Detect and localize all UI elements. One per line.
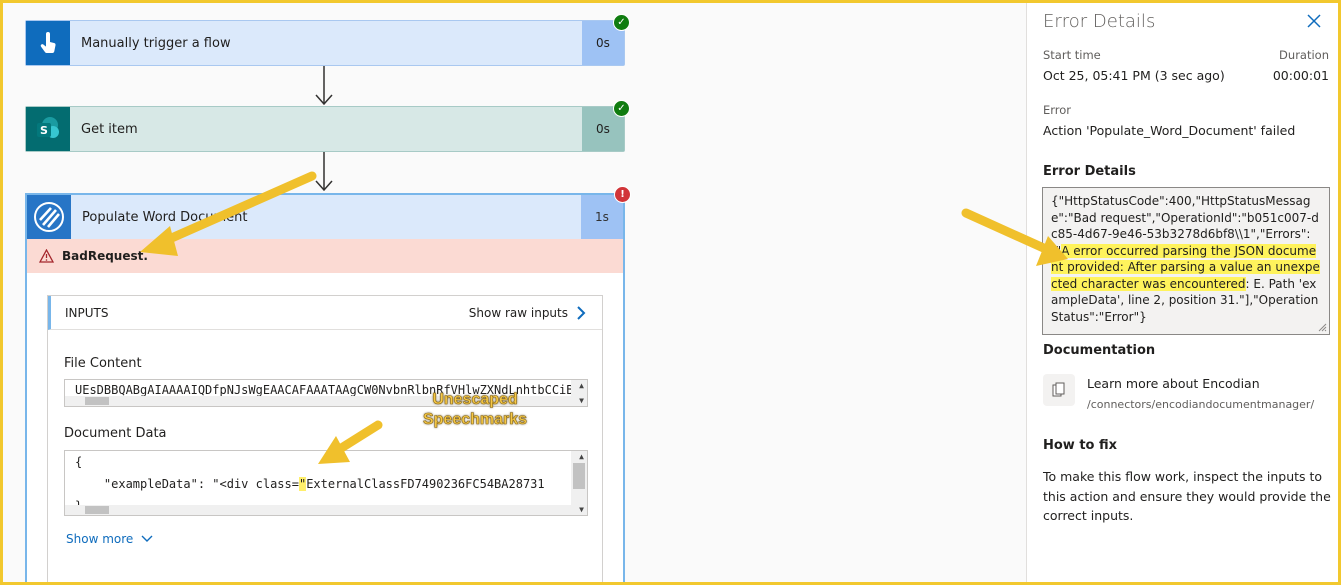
error-icon: ! bbox=[614, 186, 631, 203]
error-label: Error bbox=[1043, 103, 1072, 117]
vertical-scrollbar[interactable]: ▲ ▼ bbox=[571, 380, 587, 406]
step-manual-trigger[interactable]: Manually trigger a flow 0s ✓ bbox=[25, 14, 630, 66]
error-value: Action 'Populate_Word_Document' failed bbox=[1043, 123, 1296, 138]
touch-icon bbox=[26, 21, 70, 65]
error-banner-text: BadRequest. bbox=[62, 249, 148, 263]
document-data-line-2: "exampleData": "<div class="ExternalClas… bbox=[65, 476, 587, 492]
success-check-icon: ✓ bbox=[613, 14, 630, 31]
chevron-down-icon bbox=[141, 535, 153, 542]
resize-grip-icon[interactable] bbox=[1317, 322, 1327, 332]
chevron-right-icon bbox=[577, 305, 586, 320]
error-details-heading: Error Details bbox=[1043, 164, 1136, 179]
start-time-value: Oct 25, 05:41 PM (3 sec ago) bbox=[1043, 68, 1225, 83]
horizontal-scrollbar[interactable] bbox=[65, 505, 573, 515]
duration-label: Duration bbox=[1279, 48, 1329, 62]
connector-arrow bbox=[315, 152, 333, 192]
svg-text:S: S bbox=[40, 124, 48, 137]
show-raw-inputs-link[interactable]: Show raw inputs bbox=[469, 306, 586, 320]
error-details-textbox[interactable]: {"HttpStatusCode":400,"HttpStatusMessage… bbox=[1042, 187, 1330, 335]
encodian-icon bbox=[27, 195, 71, 239]
duration-value: 00:00:01 bbox=[1272, 68, 1329, 83]
how-to-fix-heading: How to fix bbox=[1043, 438, 1118, 453]
warning-triangle-icon bbox=[39, 249, 54, 263]
inputs-section: INPUTS Show raw inputs File Content UEsD… bbox=[47, 295, 603, 585]
show-more-link[interactable]: Show more bbox=[66, 532, 153, 546]
vertical-scrollbar[interactable]: ▲ ▼ bbox=[571, 451, 587, 515]
sharepoint-icon: S bbox=[26, 107, 70, 151]
step-title: Populate Word Document bbox=[82, 209, 248, 225]
step-header[interactable]: Populate Word Document 1s bbox=[27, 195, 623, 239]
error-details-pane: Error Details Start time Duration Oct 25… bbox=[1026, 0, 1341, 585]
show-more-label: Show more bbox=[66, 532, 134, 546]
step-title: Manually trigger a flow bbox=[81, 35, 231, 51]
document-data-line-2-rest: ExternalClassFD7490236FC54BA28731 bbox=[306, 477, 545, 491]
step-populate-word-document: Populate Word Document 1s ! BadRequest. … bbox=[25, 186, 631, 585]
documentation-path[interactable]: /connectors/encodiandocumentmanager/ bbox=[1087, 398, 1314, 411]
step-duration: 1s bbox=[581, 195, 623, 239]
close-icon[interactable] bbox=[1307, 14, 1321, 28]
how-to-fix-text: To make this flow work, inspect the inpu… bbox=[1043, 469, 1331, 523]
inputs-label: INPUTS bbox=[65, 305, 109, 320]
flow-canvas: Manually trigger a flow 0s ✓ S Get item … bbox=[0, 0, 1026, 585]
annotation-line-2: Speechmarks bbox=[422, 411, 528, 429]
documentation-link[interactable]: Learn more about Encodian bbox=[1087, 376, 1260, 391]
annotation-line-1: Unescaped bbox=[432, 391, 518, 409]
file-content-label: File Content bbox=[64, 356, 142, 371]
start-time-label: Start time bbox=[1043, 48, 1101, 62]
connector-arrow bbox=[315, 66, 333, 106]
document-data-line-1: { bbox=[75, 455, 83, 469]
pane-title: Error Details bbox=[1043, 11, 1156, 32]
inputs-header: INPUTS Show raw inputs bbox=[48, 296, 602, 330]
document-copy-icon bbox=[1043, 374, 1075, 406]
step-get-item[interactable]: S Get item 0s ✓ bbox=[25, 100, 630, 152]
documentation-heading: Documentation bbox=[1043, 343, 1156, 358]
show-raw-inputs-label: Show raw inputs bbox=[468, 305, 568, 320]
success-check-icon: ✓ bbox=[613, 100, 630, 117]
document-data-field[interactable]: { "exampleData": "<div class="ExternalCl… bbox=[64, 450, 588, 516]
document-data-label: Document Data bbox=[64, 426, 167, 441]
error-banner: BadRequest. bbox=[27, 239, 623, 273]
step-title: Get item bbox=[81, 121, 138, 137]
document-data-line-2-text: "exampleData": "<div class= bbox=[75, 477, 299, 491]
annotation-label: Unescaped Speechmarks bbox=[415, 390, 535, 430]
